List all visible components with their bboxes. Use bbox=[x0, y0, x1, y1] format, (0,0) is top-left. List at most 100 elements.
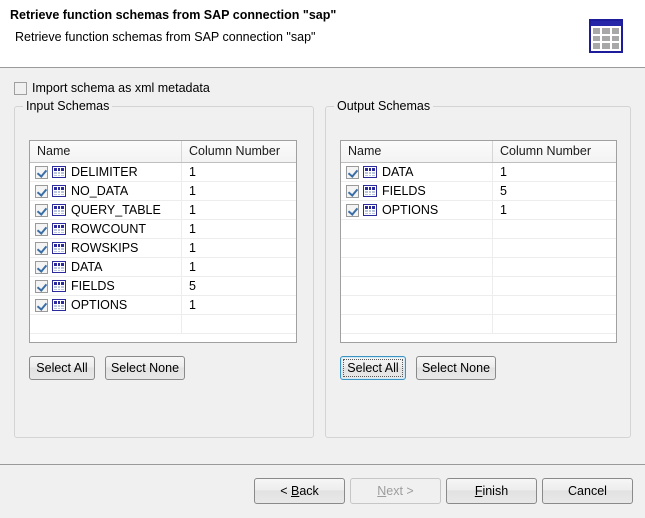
row-checkbox[interactable] bbox=[35, 299, 48, 312]
next-button-label: Next > bbox=[377, 485, 413, 498]
next-button: Next > bbox=[350, 478, 441, 504]
table-row-icon bbox=[363, 166, 377, 178]
table-empty-row bbox=[341, 277, 616, 296]
cancel-button[interactable]: Cancel bbox=[542, 478, 633, 504]
row-name-cell: DATA bbox=[341, 163, 493, 181]
row-column-number-cell: 1 bbox=[182, 201, 296, 219]
row-column-number-cell: 5 bbox=[182, 277, 296, 295]
input-select-none-button[interactable]: Select None bbox=[105, 356, 185, 380]
row-name-cell: ROWCOUNT bbox=[30, 220, 182, 238]
output-table-body: DATA1 FIELDS 5 OPTIONS 1 bbox=[341, 163, 616, 334]
row-checkbox[interactable] bbox=[35, 166, 48, 179]
import-xml-metadata-checkbox[interactable] bbox=[14, 82, 27, 95]
row-name-label: DATA bbox=[70, 260, 102, 274]
table-row[interactable]: OPTIONS 1 bbox=[341, 201, 616, 220]
row-checkbox[interactable] bbox=[35, 280, 48, 293]
output-schemas-group-title: Output Schemas bbox=[334, 99, 433, 113]
row-checkbox[interactable] bbox=[35, 261, 48, 274]
input-schemas-table[interactable]: Name Column Number DELIMITER1NO_DATA1QUE… bbox=[29, 140, 297, 343]
wizard-footer: < Back Next > Finish Cancel bbox=[0, 465, 645, 518]
input-table-header: Name Column Number bbox=[30, 141, 296, 163]
table-row-icon bbox=[52, 223, 66, 235]
import-xml-metadata-row[interactable]: Import schema as xml metadata bbox=[14, 81, 210, 95]
output-select-all-label: Select All bbox=[347, 362, 398, 375]
row-checkbox[interactable] bbox=[346, 204, 359, 217]
table-row-icon bbox=[52, 185, 66, 197]
table-empty-row bbox=[341, 315, 616, 334]
finish-button[interactable]: Finish bbox=[446, 478, 537, 504]
table-row[interactable]: DATA 1 bbox=[30, 258, 296, 277]
table-row-icon bbox=[52, 166, 66, 178]
output-select-none-button[interactable]: Select None bbox=[416, 356, 496, 380]
back-button[interactable]: < Back bbox=[254, 478, 345, 504]
table-row[interactable]: QUERY_TABLE 1 bbox=[30, 201, 296, 220]
table-row[interactable]: DELIMITER 1 bbox=[30, 163, 296, 182]
row-checkbox[interactable] bbox=[35, 204, 48, 217]
table-row[interactable]: DATA1 bbox=[341, 163, 616, 182]
row-checkbox[interactable] bbox=[35, 223, 48, 236]
table-empty-row bbox=[341, 258, 616, 277]
row-name-cell: DATA bbox=[30, 258, 182, 276]
input-select-none-label: Select None bbox=[111, 362, 179, 375]
wizard-header: Retrieve function schemas from SAP conne… bbox=[0, 0, 645, 67]
input-select-all-label: Select All bbox=[36, 362, 87, 375]
table-empty-row bbox=[341, 239, 616, 258]
table-empty-row bbox=[341, 296, 616, 315]
wizard-body: Import schema as xml metadata Input Sche… bbox=[0, 68, 645, 464]
table-row[interactable]: FIELDS5 bbox=[30, 277, 296, 296]
row-name-cell: NO_DATA bbox=[30, 182, 182, 200]
input-table-body: DELIMITER1NO_DATA1QUERY_TABLE1ROWCOUNT1R… bbox=[30, 163, 296, 334]
row-checkbox[interactable] bbox=[346, 185, 359, 198]
table-row-icon bbox=[52, 261, 66, 273]
output-table-header: Name Column Number bbox=[341, 141, 616, 163]
table-icon bbox=[589, 19, 623, 53]
row-name-label: FIELDS bbox=[381, 184, 426, 198]
input-schemas-group-title: Input Schemas bbox=[23, 99, 112, 113]
row-column-number-cell: 1 bbox=[182, 258, 296, 276]
row-name-cell: OPTIONS bbox=[30, 296, 182, 314]
row-column-number-cell: 5 bbox=[493, 182, 616, 200]
row-name-cell: QUERY_TABLE bbox=[30, 201, 182, 219]
row-checkbox[interactable] bbox=[35, 185, 48, 198]
row-checkbox[interactable] bbox=[346, 166, 359, 179]
row-checkbox[interactable] bbox=[35, 242, 48, 255]
page-message: Retrieve function schemas from SAP conne… bbox=[15, 30, 315, 44]
table-row[interactable]: ROWSKIPS 1 bbox=[30, 239, 296, 258]
row-column-number-cell: 1 bbox=[493, 201, 616, 219]
row-column-number-cell: 1 bbox=[182, 220, 296, 238]
output-select-all-button[interactable]: Select All bbox=[340, 356, 406, 380]
row-name-cell: FIELDS bbox=[341, 182, 493, 200]
finish-button-label: Finish bbox=[475, 485, 508, 498]
row-name-label: DELIMITER bbox=[70, 165, 138, 179]
row-name-label: ROWCOUNT bbox=[70, 222, 146, 236]
table-row[interactable]: ROWCOUNT 1 bbox=[30, 220, 296, 239]
row-column-number-cell: 1 bbox=[182, 182, 296, 200]
input-schemas-group: Input Schemas Name Column Number DELIMIT… bbox=[14, 106, 314, 438]
row-column-number-cell: 1 bbox=[182, 163, 296, 181]
row-name-label: QUERY_TABLE bbox=[70, 203, 161, 217]
input-column-header-name[interactable]: Name bbox=[30, 141, 182, 162]
row-column-number-cell: 1 bbox=[182, 239, 296, 257]
output-column-header-column-number[interactable]: Column Number bbox=[493, 141, 616, 162]
output-column-header-name[interactable]: Name bbox=[341, 141, 493, 162]
table-empty-row bbox=[341, 220, 616, 239]
cancel-button-label: Cancel bbox=[568, 485, 607, 498]
table-row[interactable]: NO_DATA 1 bbox=[30, 182, 296, 201]
row-name-label: DATA bbox=[381, 165, 413, 179]
row-name-cell: OPTIONS bbox=[341, 201, 493, 219]
table-row-icon bbox=[363, 185, 377, 197]
row-name-label: OPTIONS bbox=[381, 203, 438, 217]
output-schemas-table[interactable]: Name Column Number DATA1 FIELDS 5 OPTIONS 1 bbox=[340, 140, 617, 343]
row-name-cell: DELIMITER bbox=[30, 163, 182, 181]
table-row-icon bbox=[52, 280, 66, 292]
row-name-label: ROWSKIPS bbox=[70, 241, 138, 255]
input-column-header-column-number[interactable]: Column Number bbox=[182, 141, 296, 162]
input-select-all-button[interactable]: Select All bbox=[29, 356, 95, 380]
row-name-label: NO_DATA bbox=[70, 184, 128, 198]
output-select-none-label: Select None bbox=[422, 362, 490, 375]
table-row-icon bbox=[52, 242, 66, 254]
table-row-icon bbox=[52, 204, 66, 216]
import-xml-metadata-label: Import schema as xml metadata bbox=[32, 81, 210, 95]
table-row[interactable]: OPTIONS1 bbox=[30, 296, 296, 315]
table-row[interactable]: FIELDS 5 bbox=[341, 182, 616, 201]
